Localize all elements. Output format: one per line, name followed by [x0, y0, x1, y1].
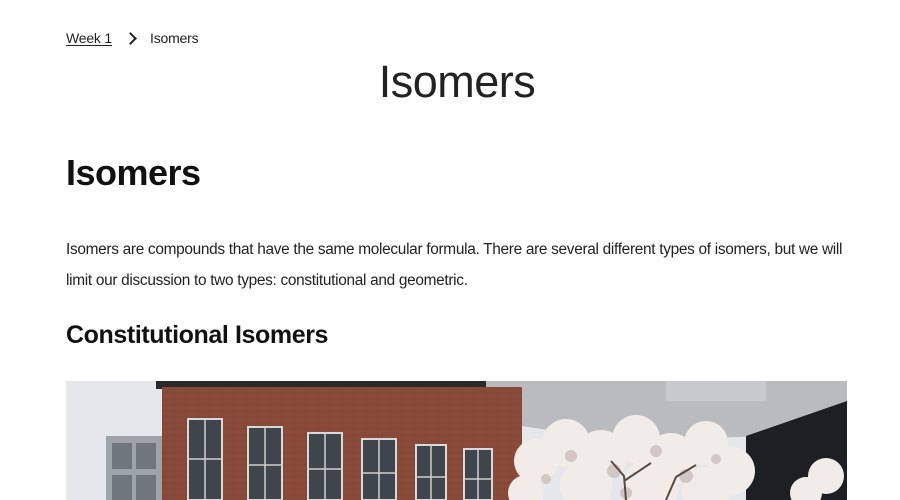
building-photo-illustration	[66, 381, 847, 500]
intro-paragraph: Isomers are compounds that have the same…	[66, 241, 843, 289]
sub-heading-constitutional-isomers: Constitutional Isomers	[66, 321, 329, 349]
breadcrumb-current: Isomers	[150, 30, 199, 46]
building-photo	[66, 381, 847, 500]
chevron-right-icon	[124, 31, 137, 45]
breadcrumb: Week 1 Isomers	[66, 30, 199, 46]
breadcrumb-link-week-1[interactable]: Week 1	[66, 30, 112, 46]
section-heading: Isomers	[66, 152, 201, 193]
page-title: Isomers	[378, 56, 536, 107]
